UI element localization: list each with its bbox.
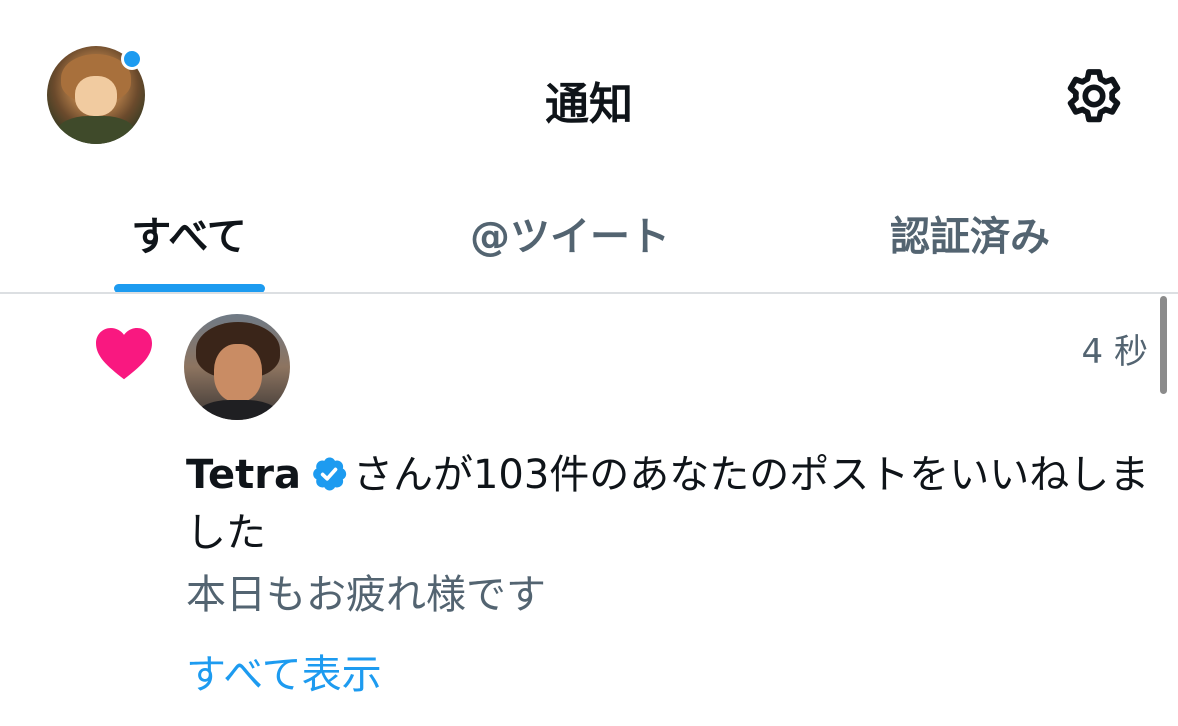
page-title: 通知 xyxy=(545,79,633,130)
unread-indicator-dot xyxy=(121,48,143,70)
tab-all-label: すべて xyxy=(131,214,247,260)
scrollbar-thumb[interactable] xyxy=(1160,296,1167,394)
notification-timestamp: 4 秒 xyxy=(1081,332,1148,372)
avatar-face xyxy=(214,344,262,402)
liker-username[interactable]: Tetra xyxy=(186,452,301,498)
verified-badge-icon xyxy=(313,457,347,491)
show-all-link[interactable]: すべて表示 xyxy=(186,642,382,700)
notification-tabs: すべて @ツイート 認証済み xyxy=(0,190,1178,294)
notification-message: Tetra さんが103件のあなたのポストをいいねしました xyxy=(186,446,1156,562)
gear-icon[interactable] xyxy=(1058,60,1130,132)
tab-mentions[interactable]: @ツイート xyxy=(430,190,710,294)
heart-icon xyxy=(96,328,152,380)
liker-avatar[interactable] xyxy=(184,314,290,420)
tab-all[interactable]: すべて xyxy=(62,190,316,294)
top-app-bar: 通知 xyxy=(0,0,1178,190)
tab-verified-label: 認証済み xyxy=(890,214,1050,260)
tab-verified[interactable]: 認証済み xyxy=(850,190,1090,294)
tab-mentions-label: @ツイート xyxy=(470,214,670,260)
avatar-shirt xyxy=(196,400,280,420)
liked-post-preview: 本日もお疲れ様です xyxy=(186,572,546,618)
